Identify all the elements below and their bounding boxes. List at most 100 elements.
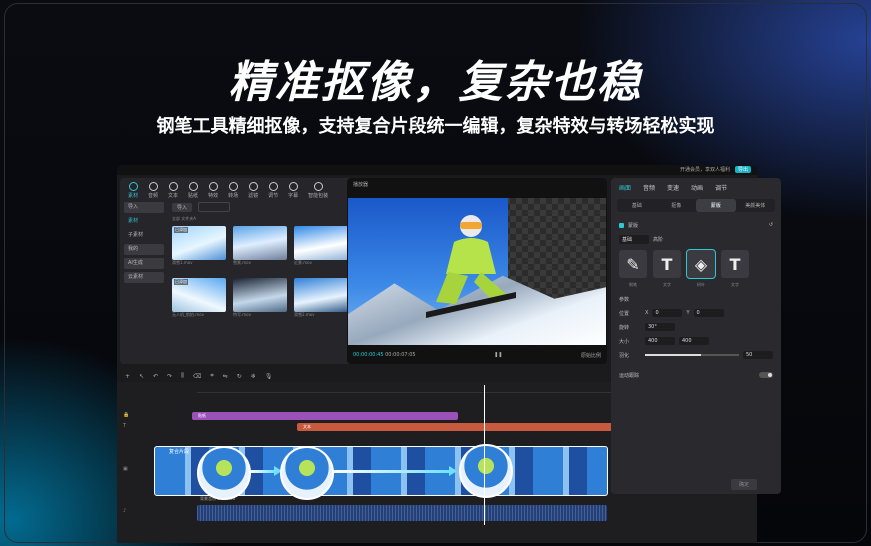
clip-circle-3	[459, 444, 513, 498]
subline: 钢笔工具精细抠像，支持复合片段统一编辑，复杂特效与转场轻松实现	[156, 116, 715, 137]
time-total: 00:00:07:05	[385, 352, 416, 358]
transition-icon	[228, 182, 238, 191]
arrow-icon	[333, 466, 457, 476]
text-icon	[168, 182, 178, 191]
mode-basic[interactable]: 基础	[619, 234, 649, 244]
track-text-icon[interactable]: T	[123, 423, 126, 429]
login-link[interactable]: 开通会员，享双人福利	[680, 166, 730, 173]
track-video-icon[interactable]: ▣	[123, 466, 128, 472]
inspector-tabs: 画面 音频 变速 动画 调节	[611, 178, 781, 197]
feather-slider[interactable]	[645, 354, 739, 356]
text-shape-icon-2[interactable]: T	[721, 250, 749, 278]
tab-audio-settings[interactable]: 音频	[643, 183, 655, 192]
sticker-track-clip[interactable]: 贴纸	[192, 412, 458, 420]
mode-advanced[interactable]: 高阶	[653, 236, 663, 243]
added-badge: 已添加	[174, 279, 188, 285]
mask-checkbox[interactable]	[619, 222, 624, 228]
sidebar-item-media[interactable]: 素材	[124, 216, 164, 227]
motion-toggle[interactable]	[759, 372, 773, 378]
tab-adjust[interactable]: 调节	[268, 182, 278, 199]
subtab-mask[interactable]: 蒙版	[696, 199, 736, 212]
subtab-cutout[interactable]: 抠像	[657, 199, 697, 212]
sidebar-item-import[interactable]: 导入	[124, 202, 164, 213]
subtab-beauty[interactable]: 美颜美体	[736, 199, 776, 212]
rotate-icon[interactable]: ↻	[237, 373, 242, 380]
text-track-clip[interactable]: 文本	[297, 423, 633, 431]
media-caption: 无人机_航拍.mov	[172, 312, 204, 317]
tab-caption[interactable]: 字幕	[288, 182, 298, 199]
adjust-icon	[268, 182, 278, 191]
size-label: 大小	[619, 338, 630, 345]
redo-icon[interactable]: ↷	[167, 373, 172, 380]
tab-sticker[interactable]: 贴纸	[188, 182, 198, 199]
skier-figure	[426, 215, 516, 318]
play-button[interactable]: ❚❚	[494, 352, 502, 359]
tab-audio[interactable]: 音频	[148, 182, 158, 199]
pen-shape-icon[interactable]: ✎	[619, 250, 647, 278]
position-y-input[interactable]: 0	[693, 309, 724, 317]
search-input[interactable]	[198, 202, 231, 212]
mirror-icon[interactable]: ⇋	[223, 373, 228, 380]
rotation-input[interactable]: 30°	[645, 323, 675, 331]
select-tool-icon[interactable]: ↖	[139, 373, 144, 380]
shape-caption: 文字	[731, 282, 739, 287]
crop-icon[interactable]: ⌗	[210, 372, 213, 380]
sidebar-item-mine[interactable]: 我的	[124, 244, 164, 255]
headline: 精准抠像，复杂也稳	[228, 57, 643, 108]
height-input[interactable]: 400	[679, 337, 709, 345]
import-button[interactable]: 导入	[172, 202, 193, 212]
audio-clip[interactable]: 背景音乐 00:00:00	[197, 496, 607, 521]
media-item[interactable]: 特写.mov	[233, 278, 287, 322]
media-item[interactable]: 已添加 滑雪1.mov	[172, 226, 226, 270]
media-item[interactable]: 滑雪2.mov	[294, 278, 348, 322]
media-item[interactable]: 已添加无人机_航拍.mov	[172, 278, 226, 322]
caption-icon	[288, 182, 298, 191]
time-current: 00:00:00:45	[353, 352, 384, 358]
add-track-icon[interactable]: +	[125, 373, 130, 380]
delete-icon[interactable]: ⌫	[193, 373, 201, 380]
preview-video[interactable]	[348, 198, 606, 345]
split-icon[interactable]: ⫼	[181, 372, 184, 380]
sticker-icon	[188, 182, 198, 191]
media-item[interactable]: 近景.mov	[294, 226, 348, 270]
track-lock-icon[interactable]: 🔒	[123, 412, 129, 418]
clip-circle-2	[280, 446, 334, 500]
playhead[interactable]	[484, 385, 485, 525]
ratio-select[interactable]: 原始比例	[581, 352, 601, 359]
leaf-shape-icon[interactable]: ◈	[686, 249, 716, 279]
tab-text[interactable]: 文本	[168, 182, 178, 199]
sidebar-item-sub[interactable]: 子素材	[124, 230, 164, 241]
media-item[interactable]: 雪景.mov	[233, 226, 287, 270]
undo-icon[interactable]: ↶	[153, 373, 158, 380]
sidebar-item-ai[interactable]: AI生成	[124, 258, 164, 269]
reset-icon[interactable]: ↺	[769, 222, 773, 228]
feather-input[interactable]: 50	[743, 351, 773, 359]
media-caption: 近景.mov	[294, 260, 312, 265]
tab-animation[interactable]: 动画	[691, 183, 703, 192]
tab-transition[interactable]: 转场	[228, 182, 238, 199]
inspector-subtabs: 基础 抠像 蒙版 美颜美体	[617, 199, 775, 212]
export-button[interactable]: 导出	[734, 166, 751, 173]
tab-speed[interactable]: 变速	[667, 183, 679, 192]
subtab-basic[interactable]: 基础	[617, 199, 657, 212]
tab-effects[interactable]: 特效	[208, 182, 218, 199]
tab-smart-pack[interactable]: 智能包装	[308, 182, 328, 199]
mic-icon[interactable]: 🎙	[265, 373, 273, 380]
tab-picture[interactable]: 画面	[619, 183, 631, 192]
confirm-button[interactable]: 确定	[731, 479, 758, 490]
compound-clip-label: 复合片段	[169, 449, 190, 455]
tab-media[interactable]: 素材	[128, 182, 138, 199]
media-caption: 雪景.mov	[233, 260, 251, 265]
width-input[interactable]: 400	[645, 337, 675, 345]
sidebar-item-cloud[interactable]: 云素材	[124, 272, 164, 283]
tab-filter[interactable]: 滤镜	[248, 182, 258, 199]
shape-caption: 文字	[663, 282, 671, 287]
text-shape-icon[interactable]: T	[653, 250, 681, 278]
player-controls: 00:00:00:45 00:00:07:05 ❚❚ 原始比例	[353, 352, 601, 359]
track-audio-icon[interactable]: ♪	[123, 508, 126, 514]
freeze-icon[interactable]: ❄	[251, 373, 256, 380]
position-x-input[interactable]: 0	[652, 309, 683, 317]
tab-adjust-settings[interactable]: 调节	[715, 183, 727, 192]
shape-caption: 树叶	[697, 282, 705, 287]
timeline-ruler[interactable]	[197, 382, 617, 393]
